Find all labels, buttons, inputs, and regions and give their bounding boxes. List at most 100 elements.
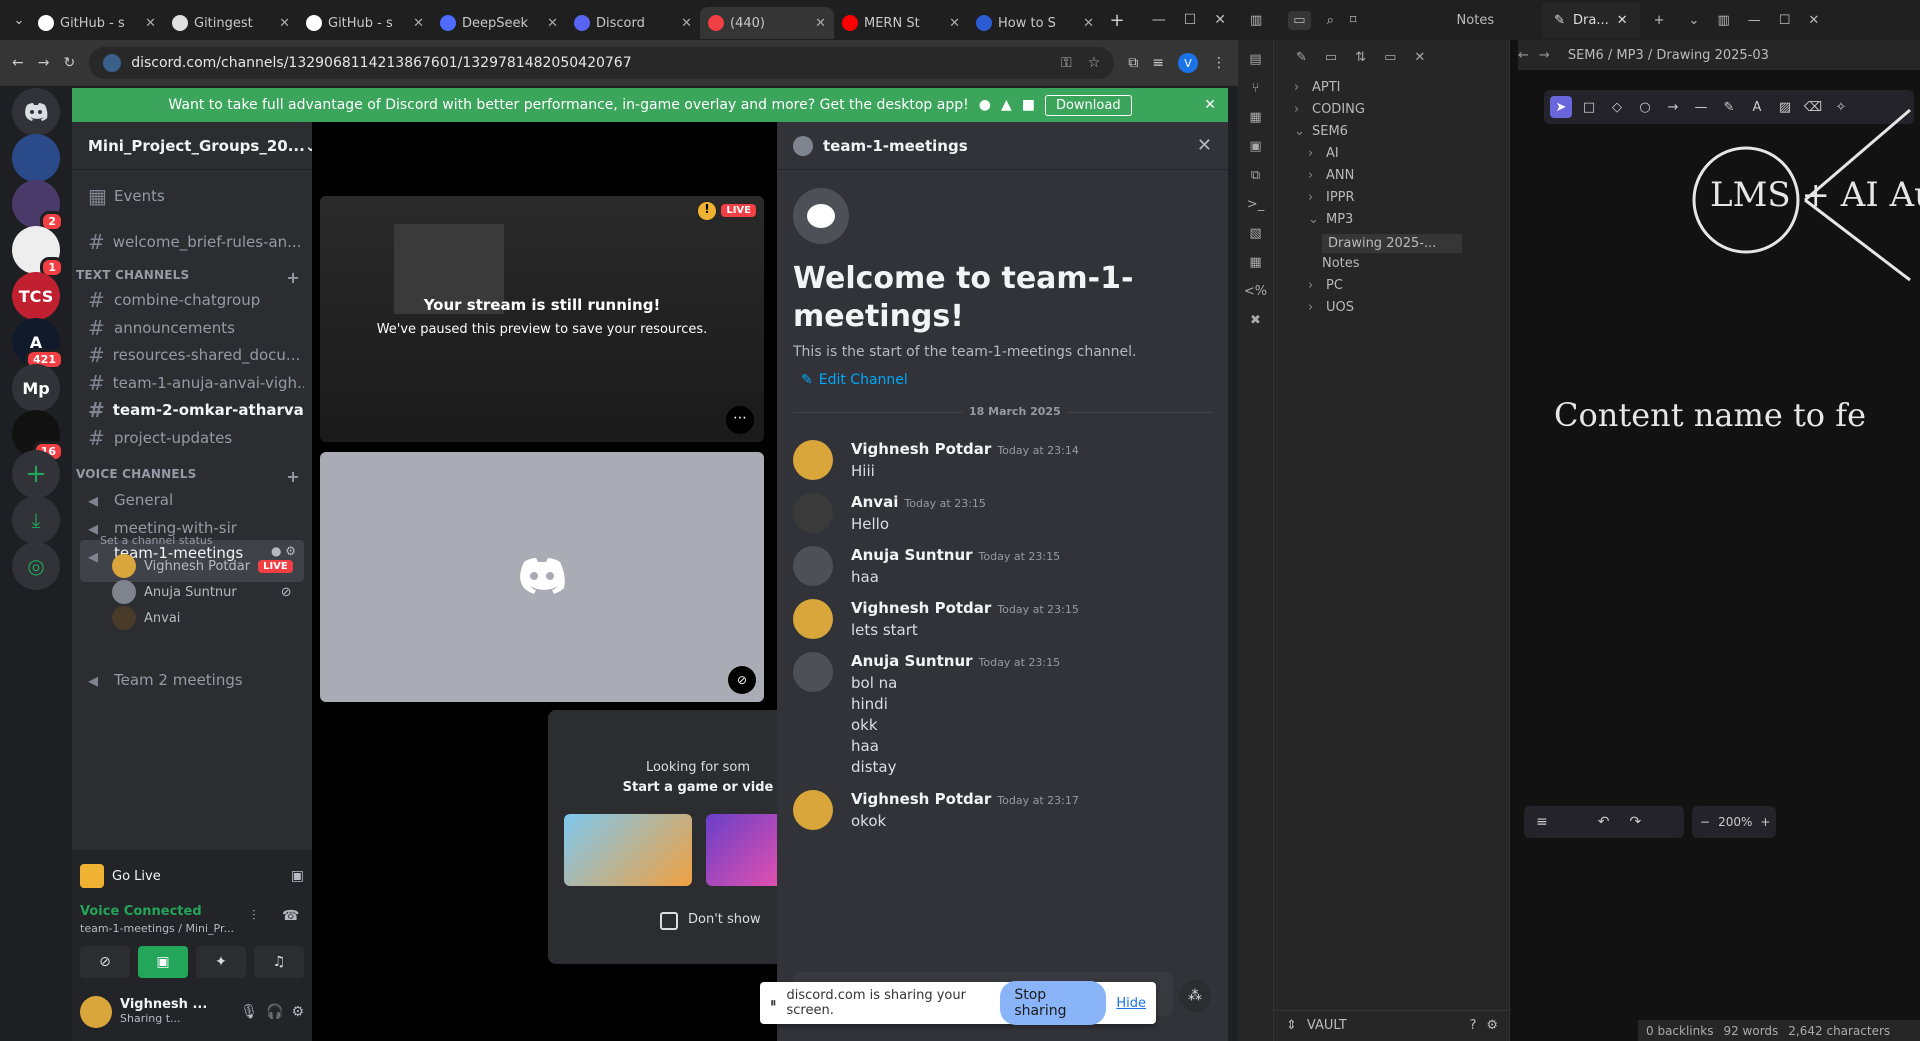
close-tab-icon[interactable]: ✕ xyxy=(949,16,960,31)
close-tab-icon[interactable]: ✕ xyxy=(1083,16,1094,31)
template-icon[interactable]: ▧ xyxy=(1249,226,1261,241)
sidebar-toggle-icon[interactable]: ▥ xyxy=(1250,13,1262,28)
copy-icon[interactable]: ⧉ xyxy=(1251,168,1260,183)
site-info-icon[interactable] xyxy=(103,54,122,72)
user-avatar[interactable] xyxy=(80,996,112,1028)
bookmark-icon[interactable]: ⌑ xyxy=(1350,13,1357,28)
screen-share-button[interactable]: ▣ xyxy=(138,946,188,978)
close-icon[interactable]: ✕ xyxy=(1414,50,1425,65)
reload-icon[interactable]: ↻ xyxy=(63,55,75,71)
undo-icon[interactable]: ↶ xyxy=(1598,814,1610,830)
vault-label[interactable]: VAULT xyxy=(1307,1018,1347,1033)
browser-tab[interactable]: (440) ✕ xyxy=(700,7,834,39)
message-avatar[interactable] xyxy=(793,546,833,586)
forward-icon[interactable]: → xyxy=(1539,48,1550,63)
settings-gear-icon[interactable]: ⚙ xyxy=(291,1004,304,1020)
browser-tab[interactable]: MERN St ✕ xyxy=(834,7,968,39)
tree-item[interactable]: Drawing 2025-... xyxy=(1322,234,1462,253)
soundboard-button[interactable]: ♫ xyxy=(254,946,304,978)
tree-item[interactable]: › CODING xyxy=(1294,102,1365,117)
files-icon[interactable]: ▭ xyxy=(1288,10,1311,30)
browser-tab[interactable]: Gitingest ✕ xyxy=(164,7,298,39)
message-avatar[interactable] xyxy=(793,599,833,639)
search-icon[interactable]: ⌕ xyxy=(1327,13,1334,28)
message-avatar[interactable] xyxy=(793,652,833,692)
stop-sharing-button[interactable]: Stop sharing xyxy=(1000,981,1107,1025)
stream-preview-tile[interactable]: Your stream is still running! We've paus… xyxy=(320,196,764,442)
menu-icon[interactable]: ≡ xyxy=(1536,814,1548,830)
media-control-icon[interactable]: ≡ xyxy=(1152,55,1164,71)
new-folder-icon[interactable]: ▭ xyxy=(1325,50,1337,65)
graph-icon[interactable]: ⑂ xyxy=(1252,81,1260,96)
browser-tab[interactable]: GitHub - s ✕ xyxy=(30,7,164,39)
noise-suppression-icon[interactable]: ⫶ xyxy=(252,908,256,924)
browser-tab[interactable]: GitHub - s ✕ xyxy=(298,7,432,39)
redo-icon[interactable]: ↷ xyxy=(1629,814,1641,830)
profile-avatar[interactable]: V xyxy=(1178,53,1198,73)
new-tab-icon[interactable]: + xyxy=(1654,13,1665,28)
tree-item[interactable]: › AI xyxy=(1308,146,1339,161)
drawing-canvas[interactable]: ← → SEM6 / MP3 / Drawing 2025-03 ➤ □ ◇ ○… xyxy=(1510,40,1920,1041)
camera-off-button[interactable]: ⊘ xyxy=(80,946,130,978)
browser-menu-icon[interactable]: ⋮ xyxy=(1212,55,1226,71)
canvas-icon[interactable]: ▦ xyxy=(1249,110,1261,125)
microphone-icon[interactable]: 🎙 xyxy=(240,1004,258,1020)
tree-item[interactable]: › ANN xyxy=(1308,168,1354,183)
tab-drawing[interactable]: ✎ Dra... ✕ xyxy=(1542,2,1640,38)
browser-tab[interactable]: How to S ✕ xyxy=(968,7,1102,39)
close-chat-icon[interactable]: ✕ xyxy=(1197,135,1212,156)
close-tab-icon[interactable]: ✕ xyxy=(413,16,424,31)
more-options-icon[interactable]: ⋯ xyxy=(726,406,754,434)
game-card[interactable] xyxy=(706,814,777,886)
drag-handle-icon[interactable]: ⏸ xyxy=(770,996,777,1011)
forward-icon[interactable]: → xyxy=(38,55,50,71)
minimize-icon[interactable]: — xyxy=(1152,12,1166,28)
back-icon[interactable]: ← xyxy=(12,55,24,71)
message-author[interactable]: Anvai Today at 23:15 xyxy=(851,493,986,511)
voice-member[interactable]: Anvai xyxy=(112,604,180,632)
add-server-icon[interactable]: + xyxy=(12,450,60,498)
new-note-icon[interactable]: ✎ xyxy=(1296,50,1307,65)
download-button[interactable]: Download xyxy=(1044,94,1132,116)
server-icon[interactable]: Mp xyxy=(12,364,60,412)
tree-item[interactable]: ⌄ MP3 xyxy=(1308,212,1353,227)
server-icon[interactable]: 2 xyxy=(12,180,64,232)
zoom-out-icon[interactable]: − xyxy=(1700,815,1710,829)
close-window-icon[interactable]: ✕ xyxy=(1808,13,1819,28)
server-icon[interactable] xyxy=(12,134,60,182)
url-bar[interactable]: discord.com/channels/1329068114213867601… xyxy=(89,47,1115,79)
voice-member[interactable]: Vighnesh Potdar LIVE xyxy=(112,552,293,580)
close-tab-icon[interactable]: ✕ xyxy=(681,16,692,31)
banner-close-icon[interactable]: ✕ xyxy=(1204,97,1216,113)
drawing-text-1[interactable]: LMS + AI Au xyxy=(1710,175,1920,215)
message-author[interactable]: Anuja Suntnur Today at 23:15 xyxy=(851,546,1060,564)
voice-connected-label[interactable]: Voice Connected xyxy=(80,904,202,919)
edit-channel-link[interactable]: ✎ Edit Channel xyxy=(801,372,908,388)
message-avatar[interactable] xyxy=(793,493,833,533)
disconnect-icon[interactable]: ☎ xyxy=(282,908,299,924)
text-channel-item[interactable]: # project-updates xyxy=(80,422,304,454)
message-author[interactable]: Anuja Suntnur Today at 23:15 xyxy=(851,652,1060,670)
browser-tab[interactable]: DeepSeek ✕ xyxy=(432,7,566,39)
drawing-text-2[interactable]: Content name to fe xyxy=(1554,396,1866,434)
password-key-icon[interactable]: ⚿ xyxy=(1061,55,1072,71)
server-header[interactable]: Mini_Project_Groups_20... ⌄ xyxy=(72,122,317,170)
close-tab-icon[interactable]: ✕ xyxy=(145,16,156,31)
tree-item[interactable]: › PC xyxy=(1308,278,1343,293)
tree-item[interactable]: › UOS xyxy=(1308,300,1354,315)
close-window-icon[interactable]: ✕ xyxy=(1214,12,1226,28)
tab-list-icon[interactable]: ⌄ xyxy=(1689,13,1700,28)
apps-icon[interactable]: ⁂ xyxy=(1179,980,1211,1012)
terminal-icon[interactable]: >_ xyxy=(1247,197,1264,212)
participant-tile[interactable]: ⊘ xyxy=(320,452,764,702)
settings-gear-icon[interactable]: ⚙ xyxy=(1486,1018,1498,1033)
new-tab-icon[interactable]: + xyxy=(1106,9,1128,31)
close-tab-icon[interactable]: ✕ xyxy=(279,16,290,31)
headphones-icon[interactable]: 🎧 xyxy=(266,1004,283,1020)
zoom-level[interactable]: 200% xyxy=(1718,815,1752,829)
discover-icon[interactable]: ◎ xyxy=(12,542,60,590)
close-tab-icon[interactable]: ✕ xyxy=(547,16,558,31)
activities-button[interactable]: ✦ xyxy=(196,946,246,978)
discord-home-icon[interactable] xyxy=(12,88,60,136)
farm-game-card[interactable] xyxy=(564,814,692,886)
